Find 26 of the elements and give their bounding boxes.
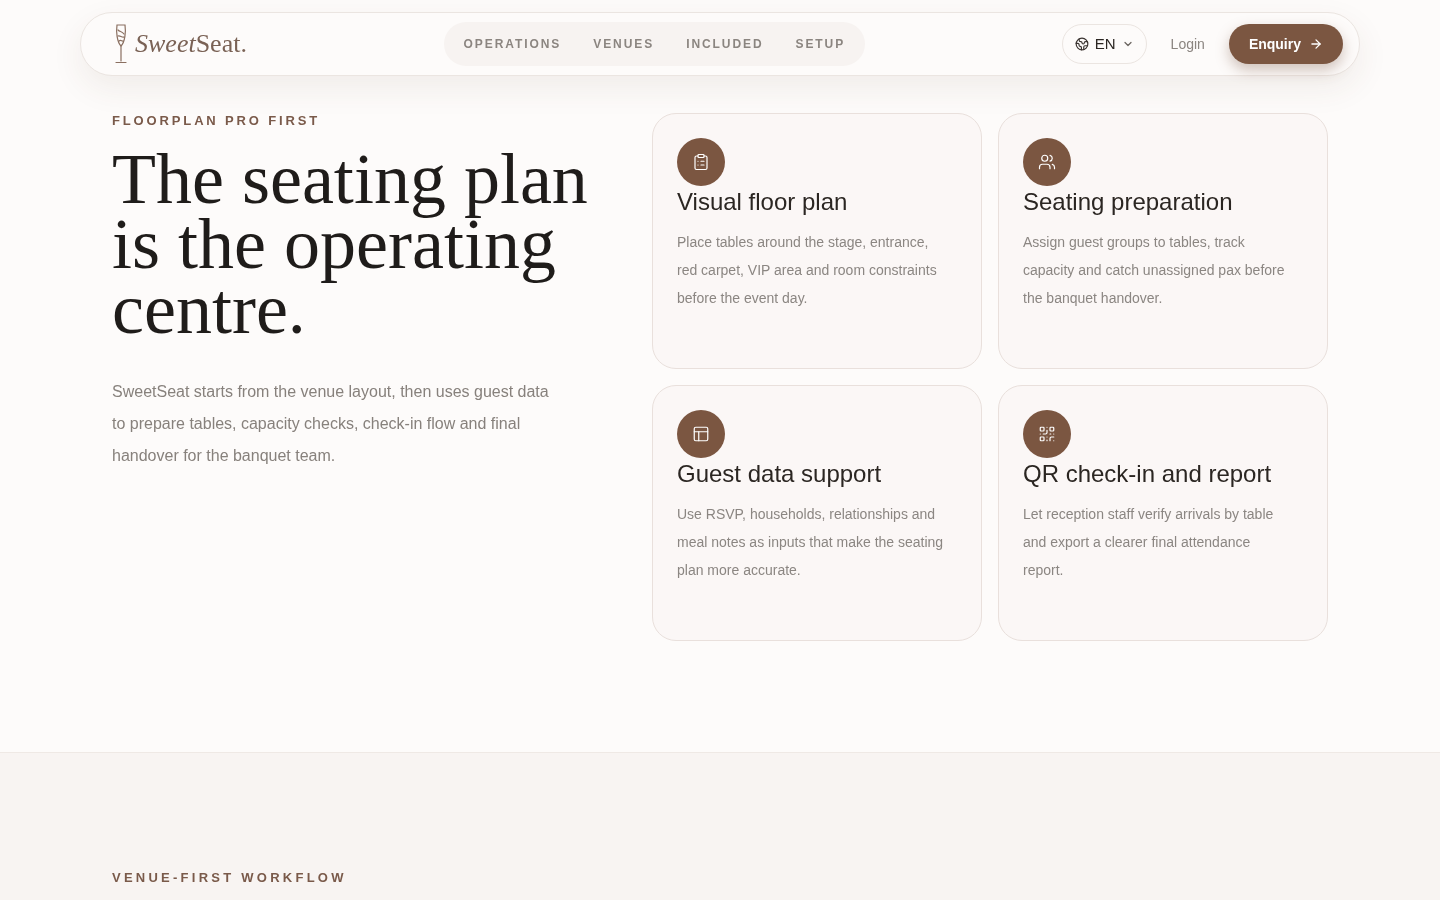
qr-code-icon: [1023, 410, 1071, 458]
feature-description: Assign guest groups to tables, track capacity and catch unassigned pax before the banquet handover.: [1023, 233, 1286, 308]
hero-heading: The seating plan is the operating centre.: [112, 147, 589, 342]
feature-description: Use RSVP, households, relationships and meal notes as inputs that make the seating plan more accurate.: [677, 505, 945, 580]
feature-description: Place tables around the stage, entrance, red carpet, VIP area and room constraints before the event day.: [677, 233, 938, 308]
globe-icon: [1074, 37, 1089, 51]
feature-title: Seating preparation: [1023, 187, 1234, 217]
feature-title: Guest data support: [677, 459, 883, 489]
feature-title: Visual floor plan: [677, 187, 849, 217]
hero-description: SweetSeat starts from the venue layout, then uses guest data to prepare tables, capacity checks, check-in flow and final handover for the banquet team.: [112, 382, 550, 466]
feature-title: QR check-in and report: [1023, 459, 1273, 489]
enquiry-button[interactable]: Enquiry: [1228, 24, 1343, 64]
feature-description: Let reception staff verify arrivals by table and export a clearer final attendance report.: [1023, 505, 1275, 580]
nav-link[interactable]: OPERATIONS: [463, 35, 562, 53]
language-button[interactable]: EN: [1061, 24, 1147, 64]
layout-panel-icon: [677, 410, 725, 458]
logo-text: SweetSeat.: [135, 31, 247, 57]
nav-link[interactable]: VENUES: [593, 35, 655, 53]
nav-link[interactable]: INCLUDED: [686, 35, 764, 53]
section-eyebrow: FLOORPLAN PRO FIRST: [112, 113, 322, 129]
clipboard-icon: [677, 138, 725, 186]
people-icon: [1023, 138, 1071, 186]
section-eyebrow: VENUE-FIRST WORKFLOW: [112, 870, 348, 886]
champagne-glass-icon: [113, 24, 129, 64]
login-link[interactable]: Login: [1170, 33, 1205, 55]
nav-link[interactable]: SETUP: [795, 35, 846, 53]
